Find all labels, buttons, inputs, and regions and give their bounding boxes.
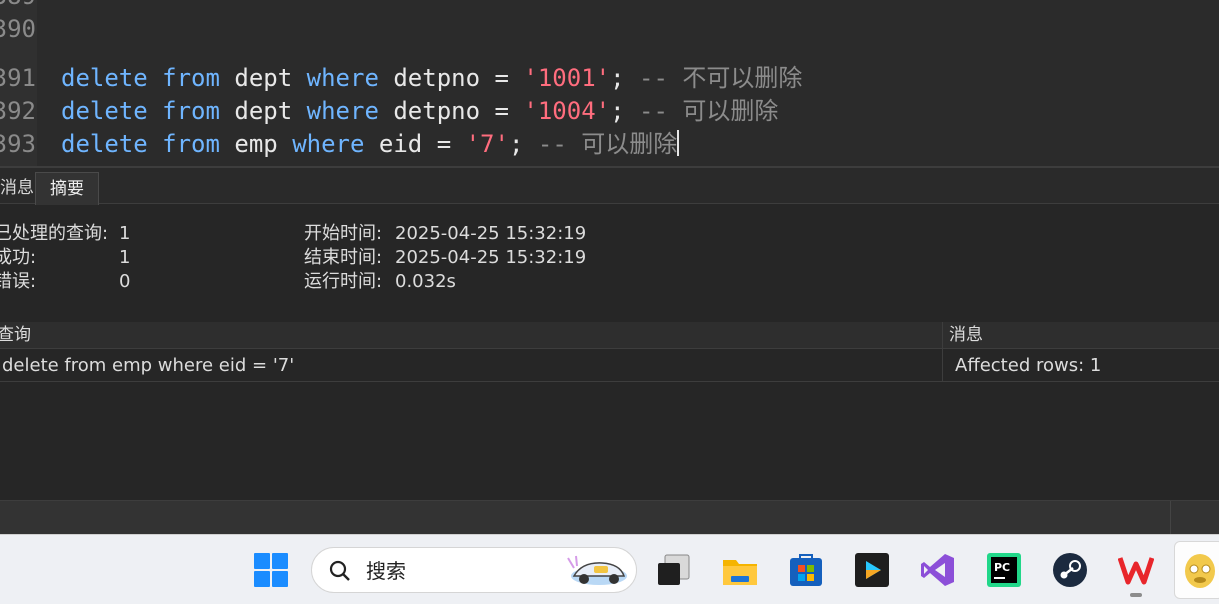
- end-time-value: 2025-04-25 15:32:19: [395, 247, 587, 268]
- sql-keyword: where: [306, 64, 379, 92]
- sql-string: '1004': [523, 97, 611, 125]
- sql-string: '1001': [523, 64, 611, 92]
- text-cursor: [677, 130, 680, 156]
- code-text[interactable]: delete from dept where detpno = '1001'; …: [61, 62, 802, 95]
- search-icon: [328, 559, 352, 587]
- sql-editor[interactable]: 389 390 391 delete from dept where detpno =…: [0, 0, 1219, 166]
- svg-text:PC: PC: [994, 561, 1010, 574]
- wps-office-icon[interactable]: [1117, 552, 1155, 588]
- table-row[interactable]: delete from emp where eid = '7' Affected…: [0, 350, 1219, 382]
- table-header: 查询 消息: [0, 322, 1219, 349]
- sql-comment: -- 可以删除: [537, 130, 678, 158]
- sql-text: ;: [610, 64, 640, 92]
- start-time-label: 开始时间:: [304, 223, 383, 244]
- result-table: 查询 消息 delete from emp where eid = '7' Af…: [0, 322, 1219, 500]
- sql-keyword: delete: [61, 130, 148, 158]
- end-time-label: 结束时间:: [304, 247, 383, 268]
- sql-text: ;: [508, 130, 538, 158]
- task-view-icon[interactable]: [656, 552, 692, 588]
- sql-text: ;: [610, 97, 640, 125]
- navicat-icon[interactable]: [1174, 541, 1219, 599]
- code-line[interactable]: 393 delete from emp where eid = '7'; -- 可…: [0, 128, 1219, 161]
- sql-text: eid =: [364, 130, 466, 158]
- windows-taskbar: 搜索 PC: [0, 534, 1219, 604]
- taskbar-search-box[interactable]: 搜索: [311, 547, 637, 593]
- line-number: 392: [0, 97, 36, 125]
- error-value: 0: [119, 271, 131, 292]
- processed-value: 1: [119, 223, 131, 244]
- sql-keyword: delete: [61, 64, 148, 92]
- steam-icon[interactable]: [1052, 552, 1088, 588]
- code-line[interactable]: 390: [0, 13, 1219, 46]
- status-divider: [1170, 501, 1171, 535]
- elapsed-time-value: 0.032s: [395, 271, 456, 292]
- sql-keyword: from: [162, 130, 220, 158]
- code-line[interactable]: 391 delete from dept where detpno = '1001…: [0, 62, 1219, 95]
- sql-comment: -- 可以删除: [639, 97, 779, 125]
- sql-keyword: delete: [61, 97, 148, 125]
- result-tabbar: 消息 摘要: [0, 166, 1219, 205]
- sql-text: dept: [219, 97, 307, 125]
- sql-text: detpno =: [378, 64, 524, 92]
- processed-label: 已处理的查询:: [0, 223, 109, 244]
- sql-text: dept: [219, 64, 307, 92]
- search-highlight-icon: [564, 554, 630, 592]
- media-player-icon[interactable]: [854, 552, 890, 588]
- sql-keyword: where: [306, 97, 379, 125]
- line-number: 393: [0, 130, 36, 158]
- line-number: 390: [0, 15, 36, 43]
- error-label: 错误:: [0, 271, 37, 292]
- line-number: 389: [0, 0, 36, 13]
- start-time-value: 2025-04-25 15:32:19: [395, 223, 587, 244]
- tab-summary[interactable]: 摘要: [35, 172, 99, 205]
- sql-string: '7': [465, 130, 509, 158]
- cell-message[interactable]: Affected rows: 1: [955, 350, 1101, 382]
- summary-panel: 已处理的查询: 1 成功: 1 错误: 0 开始时间: 2025-04-25 1…: [0, 205, 1219, 320]
- sql-keyword: from: [162, 97, 220, 125]
- code-text[interactable]: delete from dept where detpno = '1004'; …: [61, 95, 778, 128]
- code-line[interactable]: 392 delete from dept where detpno = '1004…: [0, 95, 1219, 128]
- elapsed-time-label: 运行时间:: [304, 271, 383, 292]
- running-indicator: [1130, 593, 1142, 597]
- microsoft-store-icon[interactable]: [788, 552, 824, 588]
- column-header-query[interactable]: 查询: [0, 322, 31, 349]
- sql-keyword: where: [292, 130, 365, 158]
- sql-text: detpno =: [378, 97, 524, 125]
- search-label: 搜索: [366, 559, 406, 583]
- windows-start-icon[interactable]: [253, 552, 289, 588]
- sql-keyword: from: [162, 64, 220, 92]
- success-value: 1: [119, 247, 131, 268]
- sql-text: emp: [219, 130, 293, 158]
- column-header-message[interactable]: 消息: [949, 322, 983, 349]
- visual-studio-icon[interactable]: [920, 552, 956, 588]
- cell-query[interactable]: delete from emp where eid = '7': [2, 350, 294, 382]
- file-explorer-icon[interactable]: [722, 552, 758, 588]
- status-bar: [0, 500, 1219, 535]
- sql-comment: -- 不可以删除: [639, 64, 803, 92]
- code-text[interactable]: delete from emp where eid = '7'; -- 可以删除: [61, 128, 680, 161]
- line-number: 391: [0, 64, 36, 92]
- success-label: 成功:: [0, 247, 37, 268]
- pycharm-icon[interactable]: PC: [986, 552, 1022, 588]
- code-line[interactable]: 389: [0, 0, 1219, 13]
